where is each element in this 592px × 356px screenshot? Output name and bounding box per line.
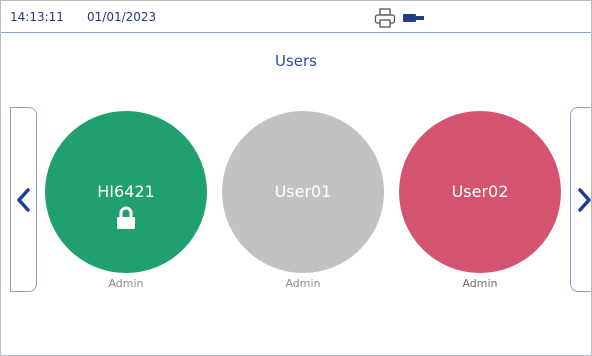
printer-icon [374, 8, 396, 28]
user-name: User02 [451, 182, 509, 201]
status-date: 01/01/2023 [87, 10, 157, 24]
previous-page-button[interactable] [10, 107, 37, 292]
user-name: User01 [274, 182, 332, 201]
user-tile-user02[interactable]: User02 Admin [399, 111, 561, 296]
status-time: 14:13:11 [10, 10, 64, 24]
user-tile-user01[interactable]: User01 Admin [222, 111, 384, 296]
chevron-left-icon [17, 188, 30, 212]
user-role: Admin [462, 277, 498, 290]
user-name: HI6421 [97, 182, 155, 201]
usb-icon [403, 14, 424, 22]
status-bar: 14:13:11 01/01/2023 [1, 1, 591, 33]
page-title: Users [274, 52, 317, 70]
lock-icon [117, 206, 135, 229]
user-role: Admin [108, 277, 144, 290]
chevron-right-icon [578, 188, 591, 212]
next-page-button[interactable] [570, 107, 591, 292]
device-screen: 14:13:11 01/01/2023 Users HI6421 Admin U… [0, 0, 592, 356]
user-tile-hi6421[interactable]: HI6421 Admin [45, 111, 207, 296]
user-role: Admin [285, 277, 321, 290]
